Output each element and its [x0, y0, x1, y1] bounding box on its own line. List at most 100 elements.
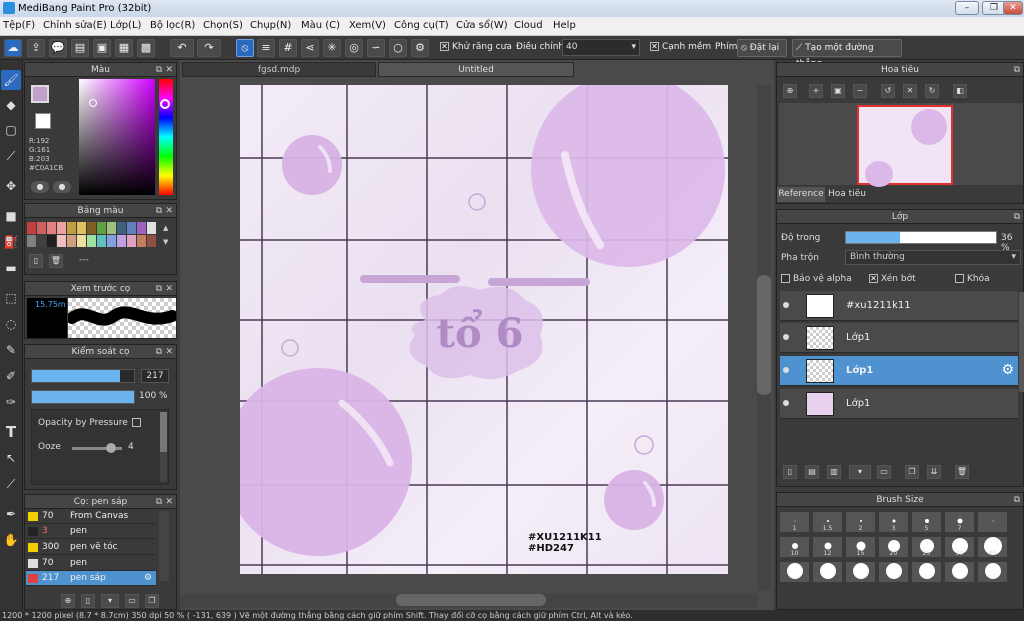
palette-swatch[interactable]	[77, 235, 86, 247]
brush-size-option[interactable]: 12	[812, 536, 843, 558]
select-eraser-tool[interactable]: ✑	[1, 392, 21, 412]
brush-copy-button[interactable]: ❐	[145, 594, 159, 608]
canvas-vscroll-thumb[interactable]	[757, 275, 771, 395]
zoom-100-button[interactable]: ▣	[831, 84, 845, 98]
layer-item[interactable]: Lớp1	[780, 389, 1018, 419]
layer-folder-button[interactable]: ▭	[877, 465, 891, 479]
palette-swatch[interactable]	[57, 235, 66, 247]
lock-toggle[interactable]: Khóa	[955, 274, 990, 284]
hue-slider[interactable]	[159, 79, 173, 195]
make-line-button[interactable]: ⟋ Tạo một đường thẳng	[792, 39, 902, 69]
canvas-horizontal-scrollbar[interactable]	[180, 594, 757, 608]
snap-parallel-button[interactable]: ≡	[257, 39, 275, 57]
palette-swatch[interactable]	[137, 222, 146, 234]
blend-mode-select[interactable]: Bình thường ▾	[845, 250, 1021, 265]
brush-folder-button[interactable]: ▭	[125, 594, 139, 608]
merge-layer-button[interactable]: ⇊	[927, 465, 941, 479]
redo-button[interactable]: ↷	[197, 39, 221, 57]
text-tool[interactable]: T	[1, 422, 21, 442]
palette-swatch[interactable]	[97, 222, 106, 234]
color-swap-button[interactable]: ●	[53, 181, 71, 193]
menu-window[interactable]: Cửa sổ(W)	[456, 20, 508, 31]
layer-opacity-slider[interactable]	[845, 231, 997, 244]
brush-menu-button[interactable]: ▾	[101, 594, 119, 608]
palette-swatch[interactable]	[67, 235, 76, 247]
color-mode-button[interactable]: ●	[31, 181, 49, 193]
popout-icon[interactable]: ⧉	[1014, 210, 1020, 224]
brush-list-scrollbar[interactable]	[159, 511, 169, 581]
opacity-pressure-checkbox[interactable]	[132, 418, 141, 427]
palette-scroll-up-icon[interactable]: ▲	[163, 224, 168, 232]
popout-icon[interactable]: ⧉	[156, 495, 162, 509]
delete-layer-button[interactable]: 🗑	[955, 465, 969, 479]
panel-button[interactable]: ▤	[71, 39, 89, 57]
layout-button[interactable]: ▦	[115, 39, 133, 57]
antialias-checkbox[interactable]: ✕	[440, 42, 449, 51]
brush-size-option[interactable]	[845, 561, 876, 583]
gradient-tool[interactable]: ▬	[1, 258, 21, 278]
soft-edge-toggle[interactable]: ✕ Cạnh mềm	[650, 42, 711, 52]
fill-tool[interactable]: ⛽	[1, 232, 21, 252]
operation-tool[interactable]: ↖	[1, 448, 21, 468]
antialias-toggle[interactable]: ✕ Khử răng cưa	[440, 42, 512, 52]
open-button[interactable]: ⇪	[27, 39, 45, 57]
layer-list-scrollbar[interactable]	[1019, 292, 1024, 392]
secondary-color-swatch[interactable]	[35, 113, 51, 129]
palette-swatches[interactable]	[27, 222, 157, 250]
menu-layer[interactable]: Lớp(L)	[110, 20, 141, 31]
eye-icon[interactable]	[783, 367, 789, 373]
palette-swatch[interactable]	[107, 235, 116, 247]
rectangle-tool[interactable]: ▢	[1, 120, 21, 140]
undo-button[interactable]: ↶	[170, 39, 194, 57]
eye-icon[interactable]	[783, 334, 789, 340]
menu-capture[interactable]: Chụp(N)	[250, 20, 291, 31]
brush-size-option[interactable]: 25	[911, 536, 942, 558]
palette-swatch[interactable]	[107, 222, 116, 234]
palette-swatch[interactable]	[57, 222, 66, 234]
layer-item-selected[interactable]: Lớp1 ⚙	[780, 356, 1018, 386]
brush-settings-scrollbar[interactable]	[160, 412, 167, 482]
brush-size-option[interactable]: 5	[911, 511, 942, 533]
saturation-brightness-picker[interactable]	[79, 79, 155, 195]
popout-icon[interactable]: ⧉	[1014, 63, 1020, 77]
palette-swatch[interactable]	[97, 235, 106, 247]
popout-icon[interactable]: ⧉	[156, 204, 162, 218]
palette-swatch[interactable]	[77, 222, 86, 234]
palette-swatch[interactable]	[37, 235, 46, 247]
menu-file[interactable]: Tệp(F)	[3, 20, 35, 31]
ooze-slider[interactable]	[72, 443, 122, 453]
brush-size-value[interactable]: 217	[141, 369, 169, 383]
cloud-button[interactable]: ☁	[4, 39, 22, 57]
palette-swatch[interactable]	[47, 222, 56, 234]
snap-curve-button[interactable]: ∽	[367, 39, 385, 57]
menu-cloud[interactable]: Cloud	[514, 20, 543, 31]
close-icon[interactable]: ✕	[165, 204, 173, 218]
new-palette-button[interactable]: ▯	[29, 254, 43, 268]
snap-off-button[interactable]: ⦸	[236, 39, 254, 57]
menu-select[interactable]: Chọn(S)	[203, 20, 243, 31]
brush-size-option[interactable]: 20	[878, 536, 909, 558]
tab-navigator[interactable]: Hoa tiêu	[825, 187, 869, 202]
layer-item[interactable]: #xu1211k11	[780, 291, 1018, 321]
select-pen-tool[interactable]: ✐	[1, 366, 21, 386]
brush-size-option[interactable]: 40	[977, 536, 1008, 558]
flip-button[interactable]: ◧	[953, 84, 967, 98]
palette-swatch[interactable]	[147, 235, 156, 247]
zoom-out-button[interactable]: −	[853, 84, 867, 98]
eyedropper-tool[interactable]: ✒	[1, 504, 21, 524]
brush-size-option[interactable]	[977, 511, 1008, 533]
canvas-hscroll-thumb[interactable]	[396, 594, 546, 606]
brush-size-option[interactable]: 30	[944, 536, 975, 558]
brush-size-option[interactable]: 3	[878, 511, 909, 533]
gear-icon[interactable]: ⚙	[144, 571, 152, 586]
menu-edit[interactable]: Chỉnh sửa(E)	[43, 20, 107, 31]
navigator-preview[interactable]	[779, 103, 1023, 187]
eye-icon[interactable]	[783, 302, 789, 308]
soft-edge-checkbox[interactable]: ✕	[650, 42, 659, 51]
brush-size-slider[interactable]	[31, 369, 135, 383]
brush-size-option[interactable]	[944, 561, 975, 583]
correction-select[interactable]: 40 ▾	[562, 39, 640, 56]
popout-icon[interactable]: ⧉	[1014, 493, 1020, 507]
divide-tool[interactable]: ⟋	[1, 474, 21, 494]
grid-button[interactable]: ▩	[137, 39, 155, 57]
